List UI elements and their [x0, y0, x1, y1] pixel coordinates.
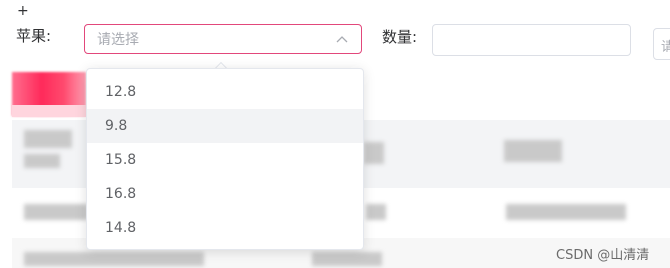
add-icon[interactable]: + — [17, 4, 29, 18]
select-placeholder: 请选择 — [97, 32, 139, 48]
option-16-8[interactable]: 16.8 — [87, 177, 363, 211]
partial-input-placeholder: 请 — [661, 36, 670, 55]
partial-input[interactable]: 请 — [653, 28, 670, 60]
fruit-select[interactable]: 请选择 — [84, 24, 362, 54]
quantity-label: 数量: — [382, 28, 418, 46]
option-15-8[interactable]: 15.8 — [87, 143, 363, 177]
select-dropdown: 12.8 9.8 15.8 16.8 14.8 — [86, 68, 364, 250]
fruit-label: 苹果: — [16, 27, 52, 45]
option-14-8[interactable]: 14.8 — [87, 211, 363, 245]
option-12-8[interactable]: 12.8 — [87, 75, 363, 109]
watermark-text: CSDN @山清清 — [556, 248, 650, 263]
quantity-input[interactable] — [432, 24, 631, 56]
blurred-button-shadow — [12, 105, 86, 117]
chevron-up-icon — [336, 36, 348, 43]
option-9-8[interactable]: 9.8 — [87, 109, 363, 143]
